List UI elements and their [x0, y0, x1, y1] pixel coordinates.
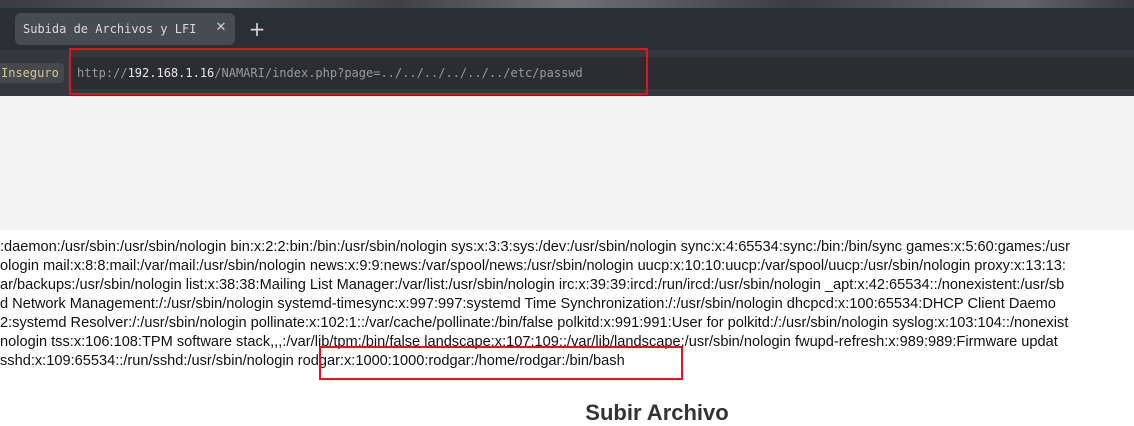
rodgar-annotation-box: [319, 346, 683, 380]
passwd-line: d Network Management:/:/usr/sbin/nologin…: [0, 296, 1056, 312]
passwd-line: :daemon:/usr/sbin:/usr/sbin/nologin bin:…: [0, 239, 1070, 255]
passwd-line: ologin mail:x:8:8:mail:/var/mail:/usr/sb…: [0, 258, 1066, 274]
browser-tab-active[interactable]: Subida de Archivos y LFI ✕: [15, 13, 235, 45]
window-top-strip: [0, 0, 1134, 8]
tab-bar: Subida de Archivos y LFI ✕ +: [0, 0, 1134, 50]
url-annotation-box: [69, 48, 648, 95]
tab-title: Subida de Archivos y LFI: [23, 22, 197, 36]
close-icon[interactable]: ✕: [214, 20, 228, 36]
security-label: Inseguro: [1, 66, 59, 80]
new-tab-button[interactable]: +: [247, 19, 267, 39]
passwd-line: ar/backups:/usr/sbin/nologin list:x:38:3…: [0, 277, 1065, 293]
passwd-line: 2:systemd Resolver:/:/usr/sbin/nologin p…: [0, 315, 1069, 331]
security-indicator[interactable]: Inseguro: [0, 63, 64, 83]
upload-heading: Subir Archivo: [585, 400, 729, 425]
